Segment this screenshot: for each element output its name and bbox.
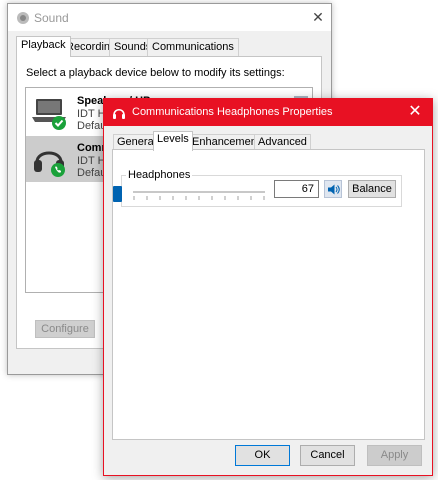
tab-advanced[interactable]: Advanced (254, 134, 311, 150)
headphones-icon (34, 151, 65, 177)
laptop-speaker-icon (32, 99, 66, 130)
speaker-volume-icon (328, 184, 340, 195)
sound-window-title: Sound (34, 11, 69, 25)
sound-title-bar[interactable]: Sound ✕ (8, 4, 331, 31)
properties-window-title: Communications Headphones Properties (132, 106, 333, 118)
mute-button[interactable] (324, 180, 342, 198)
ok-button[interactable]: OK (235, 445, 290, 466)
volume-slider-thumb[interactable] (113, 186, 122, 202)
balance-button[interactable]: Balance (348, 180, 396, 198)
tab-communications[interactable]: Communications (147, 38, 239, 56)
apply-button[interactable]: Apply (367, 445, 422, 466)
properties-title-bar[interactable]: Communications Headphones Properties ✕ (104, 99, 432, 126)
sound-close-button[interactable]: ✕ (308, 8, 328, 26)
speaker-icon (17, 12, 29, 24)
playback-instruction: Select a playback device below to modify… (26, 67, 285, 79)
headphones-properties-window: Communications Headphones Properties ✕ G… (103, 98, 433, 476)
cancel-button[interactable]: Cancel (300, 445, 355, 466)
volume-slider-track[interactable] (133, 189, 265, 202)
properties-close-button[interactable]: ✕ (404, 102, 426, 122)
tab-levels[interactable]: Levels (153, 131, 193, 151)
device-status: Defau (77, 120, 107, 132)
volume-level-input[interactable]: 67 (274, 180, 319, 198)
tab-playback[interactable]: Playback (16, 36, 71, 57)
headphones-group-label: Headphones (126, 169, 193, 181)
device-status: Defau (77, 167, 107, 179)
configure-button[interactable]: Configure (35, 320, 95, 338)
headphones-icon (113, 108, 125, 119)
levels-panel: Headphones 67 Balance (112, 149, 425, 440)
